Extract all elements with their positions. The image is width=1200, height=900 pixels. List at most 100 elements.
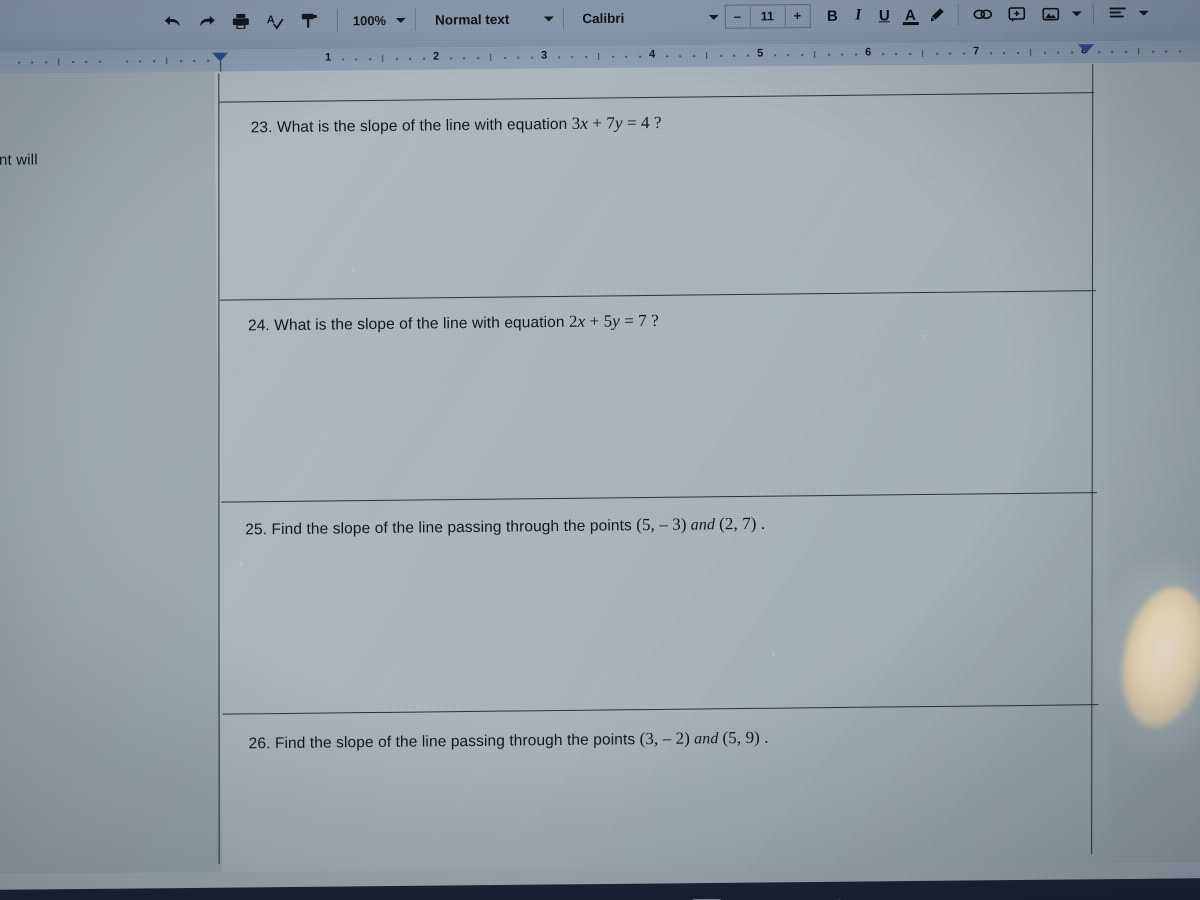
- ruler-tick: [1124, 50, 1127, 53]
- ruler-tick: [368, 58, 371, 61]
- right-indent-marker[interactable]: [1078, 44, 1095, 54]
- ruler-tick: [490, 54, 492, 62]
- ruler-number: 2: [433, 50, 440, 63]
- question-text: 26. Find the slope of the line passing t…: [249, 728, 769, 754]
- italic-button[interactable]: I: [846, 3, 870, 27]
- ruler-tick: [1138, 47, 1140, 55]
- insert-image-icon[interactable]: [1035, 0, 1065, 29]
- chevron-down-icon[interactable]: [543, 15, 554, 22]
- ruler-tick: [1016, 51, 1019, 55]
- ruler-tick: [1151, 50, 1154, 53]
- question-terminator: .: [756, 513, 766, 533]
- ruler-tick: [422, 57, 425, 60]
- table-row[interactable]: 24. What is the slope of the line with e…: [220, 290, 1097, 501]
- align-options-chevron-down-icon[interactable]: [1136, 0, 1150, 28]
- ruler-tick: [341, 58, 344, 61]
- ruler-tick: [598, 53, 600, 61]
- highlight-pen-icon[interactable]: [924, 3, 948, 27]
- question-text: 23. What is the slope of the line with e…: [251, 113, 662, 137]
- question-number: 25.: [245, 521, 272, 539]
- ruler-tick: [85, 60, 88, 63]
- ruler-tick: [949, 52, 952, 55]
- question-prompt: What is the slope of the line with equat…: [274, 313, 570, 335]
- font-size-value[interactable]: 11: [750, 6, 786, 27]
- ruler-tick: [139, 60, 142, 63]
- ruler-tick: [814, 50, 816, 58]
- ruler-tick: [382, 55, 384, 63]
- text-color-button[interactable]: A: [898, 3, 922, 27]
- math-token: (5, – 3): [636, 514, 687, 535]
- ruler-tick: [125, 60, 128, 63]
- question-number: 26.: [248, 735, 275, 753]
- ruler-tick: [800, 54, 803, 57]
- ruler-number: 6: [865, 46, 872, 59]
- table-row[interactable]: 26. Find the slope of the line passing t…: [222, 704, 1099, 863]
- math-token: +: [587, 113, 607, 133]
- math-token: = 4: [622, 113, 650, 133]
- toolbar-divider: [336, 9, 338, 32]
- question-prompt: Find the slope of the line passing throu…: [274, 731, 640, 753]
- ruler-tick: [152, 60, 155, 63]
- question-text: 24. What is the slope of the line with e…: [248, 311, 659, 335]
- ruler-tick: [1165, 50, 1168, 53]
- font-size-stepper[interactable]: – 11 +: [724, 3, 811, 29]
- font-family-control[interactable]: Calibri: [582, 9, 719, 26]
- math-token: (3, – 2): [639, 728, 691, 749]
- ruler-tick: [773, 54, 776, 57]
- ruler-tick: [665, 55, 668, 58]
- ruler-tick: [557, 56, 560, 59]
- ruler-tick: [503, 56, 506, 59]
- toolbar-divider: [414, 8, 417, 31]
- left-indent-marker[interactable]: [212, 52, 229, 62]
- left-margin-pane: ument will: [0, 71, 222, 874]
- ruler-tick: [1111, 51, 1114, 54]
- image-options-chevron-down-icon[interactable]: [1069, 0, 1083, 28]
- ruler-tick: [1030, 48, 1032, 56]
- redo-icon[interactable]: [192, 7, 222, 37]
- paragraph-style-control[interactable]: Normal text: [435, 11, 554, 27]
- ruler-tick: [571, 56, 574, 59]
- question-text: 25. Find the slope of the line passing t…: [245, 514, 765, 540]
- ruler-tick: [1003, 52, 1006, 55]
- font-size-increase-button[interactable]: +: [785, 6, 809, 26]
- table-row[interactable]: 25. Find the slope of the line passing t…: [221, 492, 1098, 713]
- question-terminator: ?: [646, 310, 659, 331]
- print-icon[interactable]: [226, 6, 256, 36]
- ruler-tick: [409, 57, 412, 60]
- ruler-tick: [746, 54, 749, 57]
- math-token: 2: [568, 311, 578, 331]
- math-token: = 7: [619, 311, 647, 331]
- chevron-down-icon[interactable]: [396, 17, 407, 23]
- add-comment-icon[interactable]: [1001, 0, 1031, 29]
- question-terminator: ?: [649, 112, 662, 133]
- os-taskbar[interactable]: [0, 878, 1200, 900]
- ruler-tick: [638, 55, 641, 58]
- ruler-tick: [395, 57, 398, 60]
- paint-format-icon[interactable]: [294, 6, 324, 36]
- ruler-tick: [692, 55, 695, 58]
- chevron-down-icon[interactable]: [708, 14, 719, 20]
- undo-icon[interactable]: [158, 7, 188, 37]
- underline-button[interactable]: U: [872, 3, 896, 27]
- ruler-tick: [989, 52, 992, 55]
- spellcheck-icon[interactable]: A: [260, 6, 290, 36]
- zoom-control[interactable]: 100%: [353, 12, 407, 28]
- ruler-tick: [854, 53, 857, 56]
- insert-link-icon[interactable]: [967, 0, 997, 29]
- ruler-tick: [827, 53, 830, 56]
- page-right-margin: [1104, 62, 1200, 864]
- bold-button[interactable]: B: [820, 4, 844, 28]
- table-row[interactable]: 23. What is the slope of the line with e…: [219, 92, 1096, 299]
- ruler-number: 4: [649, 48, 656, 61]
- align-icon[interactable]: [1102, 0, 1132, 28]
- math-token: (2, 7): [719, 513, 757, 534]
- question-number: 24.: [247, 317, 275, 335]
- ruler-tick: [787, 54, 790, 57]
- ruler-tick: [71, 61, 74, 64]
- ruler-tick: [895, 53, 898, 56]
- ruler-tick: [58, 58, 60, 66]
- font-size-decrease-button[interactable]: –: [725, 6, 751, 27]
- question-prompt: What is the slope of the line with equat…: [276, 115, 572, 137]
- ruler-tick: [1043, 51, 1046, 54]
- ruler-tick: [449, 57, 452, 60]
